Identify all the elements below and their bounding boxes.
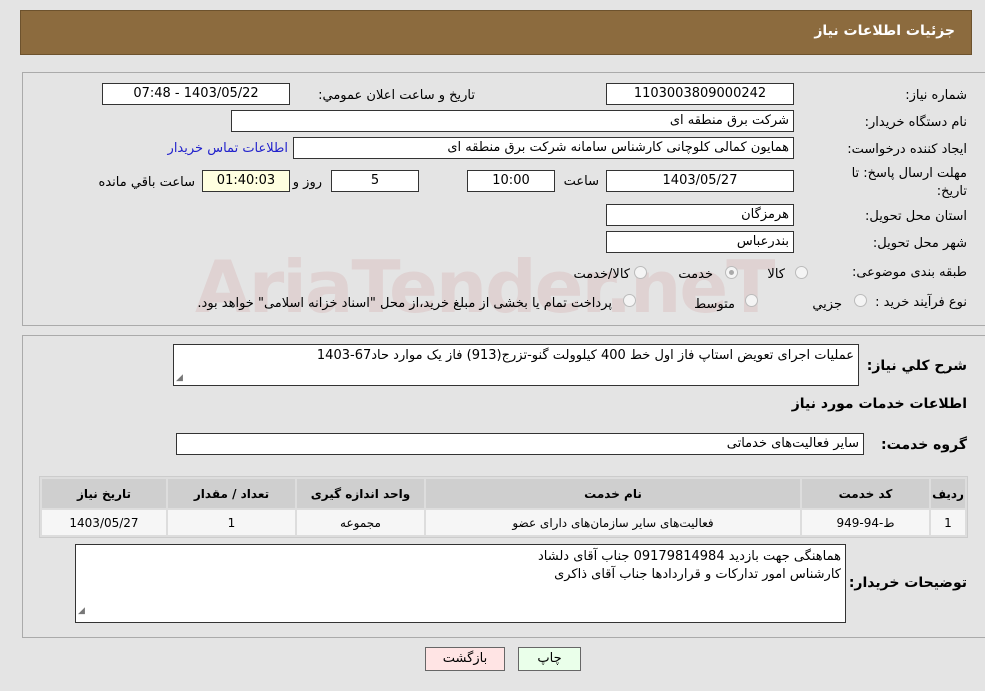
category-option-goods: کالا bbox=[767, 267, 785, 282]
cell-code: ط-94-949 bbox=[802, 510, 929, 535]
col-header-unit: واحد اندازه گیری bbox=[297, 479, 424, 508]
resize-grip-icon[interactable]: ◢ bbox=[176, 373, 183, 383]
creator-field: همایون کمالی کلوچانی کارشناس سامانه شرکت… bbox=[293, 137, 794, 159]
resize-grip-icon[interactable]: ◢ bbox=[78, 602, 85, 620]
deadline-label: مهلت ارسال پاسخ: تا تاریخ: bbox=[851, 166, 967, 199]
city-label: شهر محل تحویل: bbox=[872, 236, 967, 251]
time-label: ساعت bbox=[563, 174, 599, 189]
buyer-contact-link[interactable]: اطلاعات تماس خریدار bbox=[168, 141, 288, 156]
cell-unit: مجموعه bbox=[297, 510, 424, 535]
notes-line-2: کارشناس امور تدارکات و قراردادها جناب آق… bbox=[554, 567, 841, 582]
process-note: پرداخت تمام یا بخشی از مبلغ خرید،از محل … bbox=[197, 296, 612, 311]
category-option-service: خدمت bbox=[678, 267, 713, 282]
services-heading: اطلاعات خدمات مورد نیاز bbox=[791, 396, 967, 412]
process-label: نوع فرآیند خرید : bbox=[875, 295, 967, 310]
province-label: استان محل تحویل: bbox=[865, 209, 967, 224]
group-field: سایر فعالیت‌های خدماتی bbox=[176, 433, 864, 455]
notes-label: توضیحات خریدار: bbox=[848, 575, 967, 591]
days-field: 5 bbox=[331, 170, 419, 192]
cell-row: 1 bbox=[931, 510, 965, 535]
watermark-logo: AriaTender.neT bbox=[195, 245, 775, 329]
cell-qty: 1 bbox=[168, 510, 295, 535]
category-radio-service[interactable] bbox=[725, 266, 738, 279]
buyer-org-label: نام دستگاه خریدار: bbox=[864, 115, 967, 130]
city-field: بندرعباس bbox=[606, 231, 794, 253]
category-option-goods-service: کالا/خدمت bbox=[573, 267, 630, 282]
page-header: جزئیات اطلاعات نیاز bbox=[20, 10, 972, 55]
cell-date: 1403/05/27 bbox=[42, 510, 166, 535]
col-header-row: ردیف bbox=[931, 479, 965, 508]
summary-label: شرح کلي نیاز: bbox=[866, 358, 967, 374]
category-radio-goods[interactable] bbox=[795, 266, 808, 279]
print-button[interactable]: چاپ bbox=[518, 647, 581, 671]
process-radio-medium[interactable] bbox=[745, 294, 758, 307]
process-checkbox-treasury[interactable] bbox=[623, 294, 636, 307]
col-header-name: نام خدمت bbox=[426, 479, 800, 508]
category-radio-goods-service[interactable] bbox=[634, 266, 647, 279]
col-header-code: کد خدمت bbox=[802, 479, 929, 508]
creator-label: ایجاد کننده درخواست: bbox=[847, 142, 967, 157]
deadline-date-field: 1403/05/27 bbox=[606, 170, 794, 192]
cell-name: فعالیت‌های سایر سازمان‌های دارای عضو bbox=[426, 510, 800, 535]
remaining-label: ساعت باقي مانده bbox=[98, 175, 195, 190]
summary-text: عملیات اجرای تعویض استاپ فاز اول خط 400 … bbox=[316, 348, 854, 363]
need-number-label: شماره نیاز: bbox=[905, 88, 967, 103]
buyer-org-field: شرکت برق منطقه ای bbox=[231, 110, 794, 132]
col-header-date: تاریخ نیاز bbox=[42, 479, 166, 508]
page-title: جزئیات اطلاعات نیاز bbox=[814, 23, 955, 39]
process-radio-minor[interactable] bbox=[854, 294, 867, 307]
notes-textarea[interactable]: هماهنگی جهت بازدید 09179814984 جناب آقای… bbox=[75, 544, 846, 623]
notes-line-1: هماهنگی جهت بازدید 09179814984 جناب آقای… bbox=[537, 549, 841, 564]
announce-field: 1403/05/22 - 07:48 bbox=[102, 83, 290, 105]
need-number-field: 1103003809000242 bbox=[606, 83, 794, 105]
back-button[interactable]: بازگشت bbox=[425, 647, 505, 671]
deadline-time-field: 10:00 bbox=[467, 170, 555, 192]
category-label: طبقه بندی موضوعی: bbox=[851, 265, 967, 280]
group-label: گروه خدمت: bbox=[881, 437, 967, 453]
province-field: هرمزگان bbox=[606, 204, 794, 226]
table-row: 1 ط-94-949 فعالیت‌های سایر سازمان‌های دا… bbox=[42, 510, 965, 535]
services-table: ردیف کد خدمت نام خدمت واحد اندازه گیری ت… bbox=[39, 476, 968, 538]
announce-label: تاریخ و ساعت اعلان عمومي: bbox=[318, 88, 475, 103]
col-header-qty: تعداد / مقدار bbox=[168, 479, 295, 508]
process-option-medium: متوسط bbox=[694, 297, 735, 312]
days-label: روز و bbox=[292, 175, 322, 190]
process-option-minor: جزیي bbox=[812, 297, 842, 312]
summary-textarea[interactable]: عملیات اجرای تعویض استاپ فاز اول خط 400 … bbox=[173, 344, 859, 386]
remaining-time-field: 01:40:03 bbox=[202, 170, 290, 192]
